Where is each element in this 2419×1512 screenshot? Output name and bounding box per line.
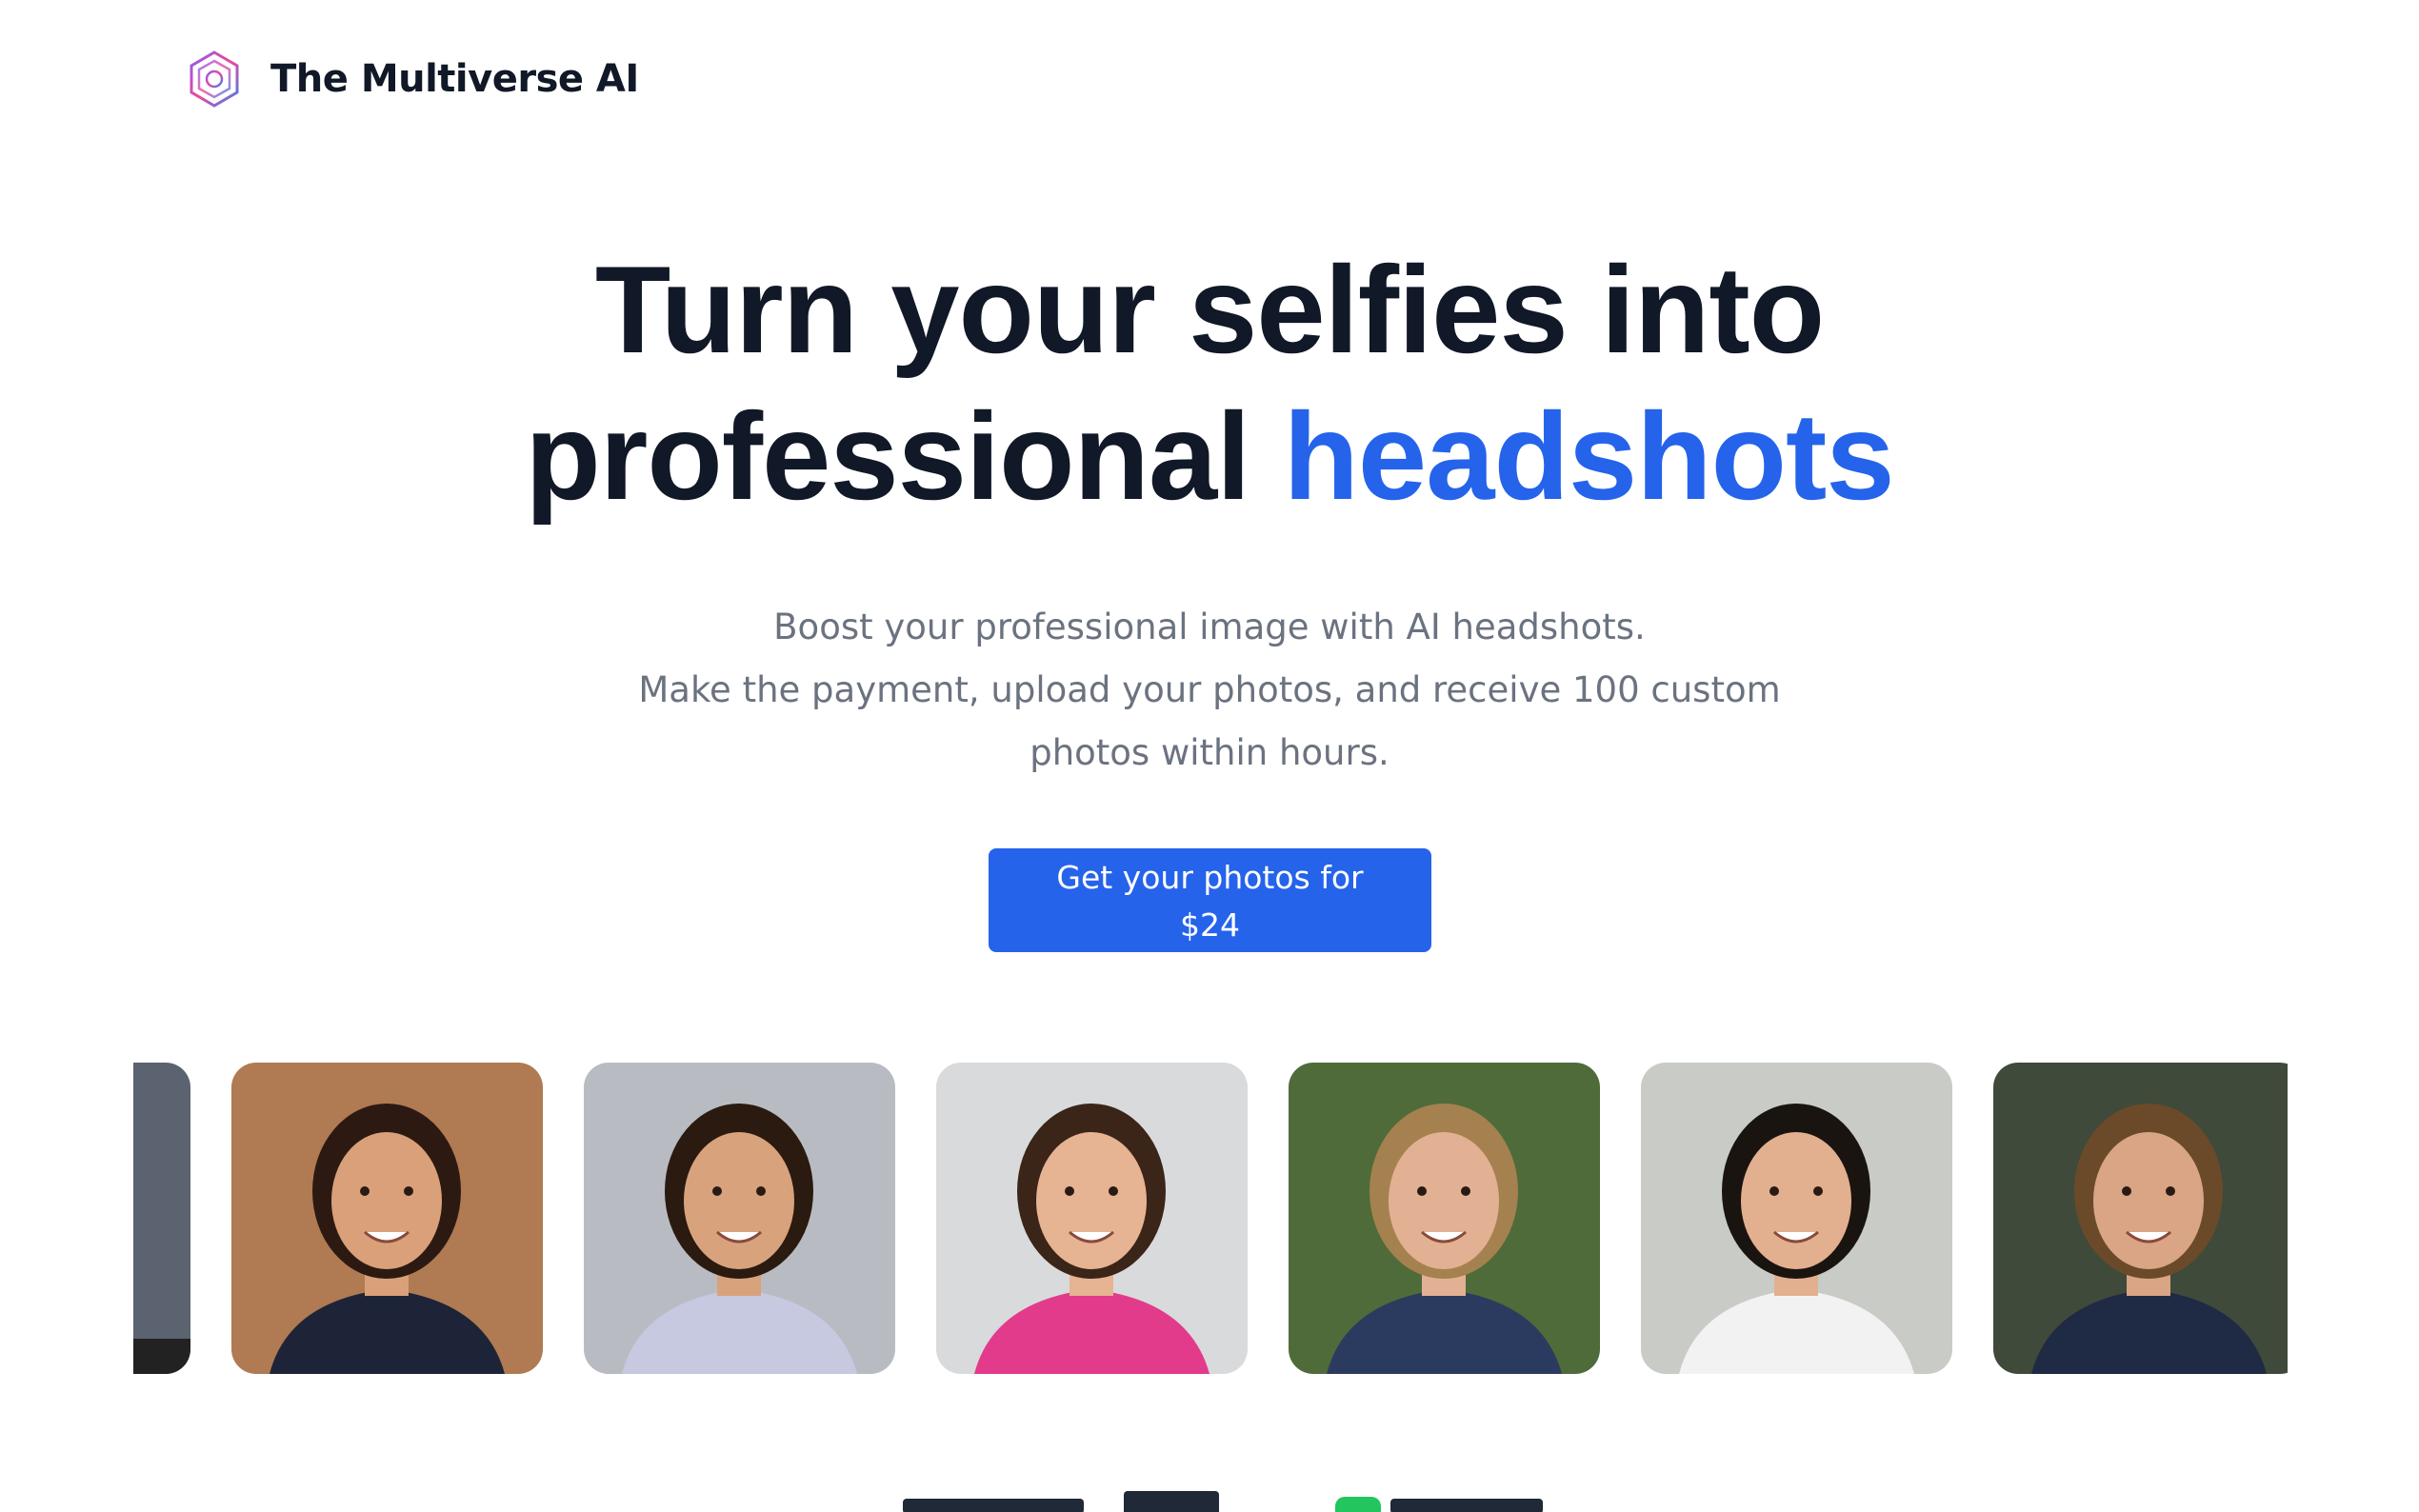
press-logo-mark xyxy=(1124,1491,1219,1512)
headshot-photo[interactable] xyxy=(1641,1063,1952,1374)
headshot-photo[interactable] xyxy=(584,1063,895,1374)
subtitle-line: photos within hours. xyxy=(1030,732,1389,773)
press-logo-mark xyxy=(903,1499,1084,1512)
landing-page: The Multiverse AI Turn your selfies into… xyxy=(0,0,2419,1512)
headshot-photo[interactable] xyxy=(1289,1063,1600,1374)
hero-title-line1: Turn your selfies into xyxy=(594,240,1825,379)
headshot-photo[interactable] xyxy=(936,1063,1248,1374)
hero-title-accent: headshots xyxy=(1283,387,1894,526)
press-logos: ​ xyxy=(895,1487,1562,1512)
hexagon-gradient-icon[interactable] xyxy=(185,50,244,109)
subtitle-line: Boost your professional image with AI he… xyxy=(773,607,1646,647)
get-photos-button[interactable]: Get your photos for $24 xyxy=(989,848,1431,952)
headshot-carousel[interactable] xyxy=(133,1063,2288,1374)
hero-title: Turn your selfies into professional head… xyxy=(0,236,2419,529)
headshot-photo[interactable] xyxy=(1993,1063,2288,1374)
site-header: The Multiverse AI xyxy=(185,50,639,109)
subtitle-line: Make the payment, upload your photos, an… xyxy=(638,669,1781,710)
press-logo-mark xyxy=(1390,1499,1543,1512)
hero-subtitle: Boost your professional image with AI he… xyxy=(590,596,1829,785)
headshot-photo[interactable] xyxy=(133,1063,190,1374)
headshot-photo[interactable] xyxy=(231,1063,543,1374)
brand-name[interactable]: The Multiverse AI xyxy=(270,57,639,101)
hero-title-line2: professional xyxy=(525,387,1284,526)
press-logo-green xyxy=(1335,1497,1381,1512)
